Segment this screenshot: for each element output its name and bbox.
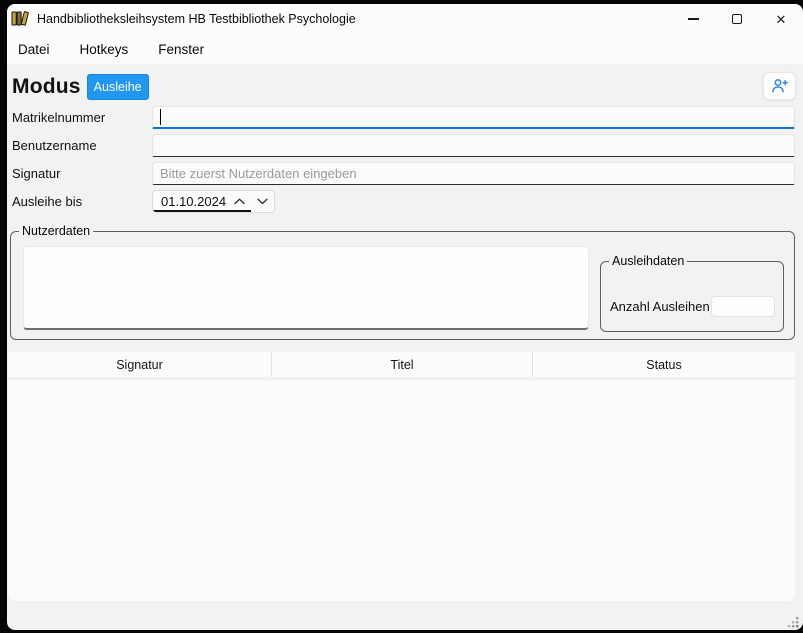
nutzerdaten-group: Nutzerdaten Ausleihdaten Anzahl Ausleihe… <box>10 224 795 340</box>
menu-item-datei[interactable]: Datei <box>18 42 50 57</box>
matrikelnummer-label: Matrikelnummer <box>12 110 152 125</box>
nutzerdaten-legend: Nutzerdaten <box>19 224 93 238</box>
anzahl-ausleihen-input[interactable] <box>711 296 775 317</box>
chevron-down-icon <box>257 198 268 205</box>
benutzername-input[interactable] <box>152 134 795 157</box>
matrikelnummer-input[interactable] <box>152 106 795 129</box>
date-underline <box>153 210 251 212</box>
close-button[interactable]: ✕ <box>759 4 803 34</box>
maximize-button[interactable] <box>715 4 759 34</box>
person-add-icon <box>771 78 789 94</box>
menu-item-hotkeys[interactable]: Hotkeys <box>80 42 129 57</box>
nutzerdaten-textarea[interactable] <box>23 246 589 330</box>
titlebar: Handbibliotheksleihsystem HB Testbibliot… <box>7 4 803 34</box>
column-header-status[interactable]: Status <box>533 352 795 377</box>
column-header-signatur[interactable]: Signatur <box>8 352 272 377</box>
minimize-button[interactable] <box>671 4 715 34</box>
menu-item-fenster[interactable]: Fenster <box>158 42 204 57</box>
signatur-label: Signatur <box>12 166 152 181</box>
ausleihdaten-group: Ausleihdaten Anzahl Ausleihen <box>600 254 784 332</box>
date-increment-button[interactable] <box>228 191 251 212</box>
window-title: Handbibliotheksleihsystem HB Testbibliot… <box>37 12 356 26</box>
loan-table-body[interactable] <box>8 380 795 601</box>
window-minimize-icon <box>688 18 699 19</box>
window-maximize-icon <box>732 14 742 24</box>
date-decrement-button[interactable] <box>251 191 274 212</box>
main-content: Modus Ausleihe Matrikelnummer Benutzerna… <box>7 64 803 630</box>
ausleihdaten-legend: Ausleihdaten <box>609 254 687 268</box>
window-close-icon: ✕ <box>776 13 787 26</box>
app-window: Handbibliotheksleihsystem HB Testbibliot… <box>7 4 803 630</box>
mode-ausleihe-button[interactable]: Ausleihe <box>87 74 149 100</box>
ausleihe-bis-label: Ausleihe bis <box>12 194 152 209</box>
anzahl-ausleihen-label: Anzahl Ausleihen <box>610 299 711 314</box>
ausleihe-bis-value: 01.10.2024 <box>153 194 228 209</box>
add-user-button[interactable] <box>763 72 796 100</box>
resize-grip-icon[interactable] <box>786 615 800 629</box>
modus-heading: Modus <box>12 75 81 99</box>
column-header-titel[interactable]: Titel <box>272 352 533 377</box>
ausleihe-bis-date-field[interactable]: 01.10.2024 <box>152 190 275 213</box>
text-caret <box>160 109 161 125</box>
books-icon <box>11 10 31 28</box>
chevron-up-icon <box>234 198 245 205</box>
loan-table-header: Signatur Titel Status <box>8 352 795 377</box>
menubar: Datei Hotkeys Fenster <box>7 34 803 64</box>
window-controls: ✕ <box>671 4 803 34</box>
signatur-input[interactable] <box>152 162 795 185</box>
benutzername-label: Benutzername <box>12 138 152 153</box>
